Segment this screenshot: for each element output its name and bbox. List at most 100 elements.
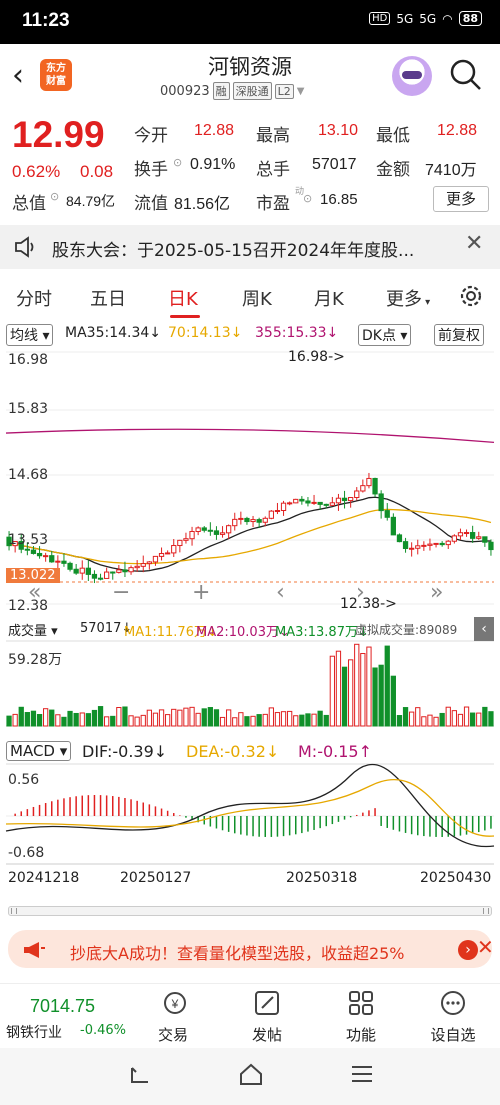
current-price: 12.99 [12, 114, 105, 155]
scroll-left-fast-button[interactable]: « [28, 580, 41, 605]
battery-icon: 88 [458, 11, 482, 26]
amount-label: 金额 [376, 160, 410, 180]
tab-intraday[interactable]: 分时 [16, 285, 52, 311]
turnover-label: 换手 [134, 160, 168, 180]
y-label-2: 15.83 [8, 401, 49, 417]
status-icons: HD 5G 5G ◠ 88 [369, 11, 482, 26]
ma35-text: MA35:14.34 [65, 325, 150, 341]
mcap-label: 总值 [12, 194, 46, 214]
macd-ymax: 0.56 [8, 772, 40, 788]
info-icon-3[interactable]: ⊙ [303, 192, 312, 205]
high-marker: 16.98-> [288, 349, 345, 365]
home-nav-icon[interactable] [238, 1062, 264, 1086]
open-label: 今开 [134, 126, 168, 146]
info-icon[interactable]: ⊙ [173, 156, 182, 169]
nav-trade[interactable]: 交易 [138, 1024, 208, 1045]
volume-value-text: 57017 [80, 621, 122, 636]
scroll-handle-left[interactable] [11, 908, 17, 914]
scroll-right-button[interactable]: › [356, 580, 365, 605]
pe-value: 16.85 [320, 191, 358, 208]
scroll-left-button[interactable]: ‹ [276, 580, 285, 605]
ma70-text: 70:14.13 [168, 325, 231, 341]
assistant-robot-icon[interactable] [392, 56, 432, 96]
low-marker: 12.38-> [340, 596, 397, 612]
ad-close-icon[interactable]: ✕ [477, 935, 494, 959]
menu-nav-icon[interactable] [350, 1064, 374, 1084]
zoom-in-button[interactable]: + [192, 580, 210, 605]
dk-point-button[interactable]: DK点 ▾ [358, 324, 412, 346]
info-icon-2[interactable]: ⊙ [50, 190, 59, 203]
industry-index-value[interactable]: 7014.75 [30, 996, 95, 1017]
high-label: 最高 [256, 126, 290, 146]
nav-function[interactable]: 功能 [326, 1024, 396, 1045]
function-icon[interactable] [346, 988, 376, 1018]
dk-label: DK点 [362, 328, 396, 344]
scroll-right-fast-button[interactable]: » [430, 580, 443, 605]
timeline-scrollbar[interactable] [8, 906, 492, 916]
y-label-4: 13.53 [8, 532, 49, 548]
volume-bars [6, 643, 494, 727]
adjust-button[interactable]: 前复权 [434, 324, 484, 346]
wifi-icon: ◠ [442, 11, 453, 26]
zoom-out-button[interactable]: − [112, 580, 130, 605]
low-value: 12.88 [437, 122, 478, 139]
tab-daily-k[interactable]: 日K [168, 285, 198, 311]
y-label-3: 14.68 [8, 467, 49, 483]
tab-5day[interactable]: 五日 [90, 285, 126, 311]
high-value: 13.10 [318, 122, 359, 139]
search-icon[interactable] [448, 57, 484, 93]
svg-text:¥: ¥ [171, 997, 179, 1011]
ma355-value: 355:15.33↓ [255, 325, 339, 341]
chart-grid [6, 351, 494, 865]
industry-name[interactable]: 钢铁行业 [6, 1022, 62, 1042]
ma-label: 均线 [10, 328, 38, 344]
candles [6, 472, 494, 584]
signal-5g-icon: 5G [396, 11, 414, 26]
tab-underline [170, 315, 200, 318]
turnover-value: 0.91% [190, 156, 236, 173]
mcap-value: 84.79亿 [66, 193, 116, 209]
ma-indicator-bar: 均线 ▾ MA35:14.34↓ 70:14.13↓ 355:15.33↓ DK… [0, 322, 500, 346]
date-label-4: 20250430 [420, 870, 492, 886]
nav-post[interactable]: 发帖 [232, 1024, 302, 1045]
y-label-top: 16.98 [8, 352, 49, 368]
stock-subline: 000923 融 深股通 L2 ▼ [160, 82, 304, 100]
ad-arrow-icon[interactable]: › [458, 940, 478, 960]
macd-dif-text: DIF:-0.39 [82, 742, 154, 761]
macd-label: MACD [10, 742, 55, 760]
tab-more[interactable]: 更多 ▾ [386, 285, 430, 311]
macd-selector[interactable]: MACD ▾ [6, 741, 72, 761]
macd-header: MACD ▾ DIF:-0.39↓ DEA:-0.32↓ M:-0.15↑ [0, 740, 500, 764]
trade-icon[interactable]: ¥ [160, 988, 190, 1018]
more-dots-icon[interactable] [438, 988, 468, 1018]
volume-label: 成交量 [8, 624, 48, 639]
stock-code: 000923 [160, 83, 210, 99]
nav-add-watchlist[interactable]: 设自选 [418, 1024, 488, 1045]
close-icon[interactable]: ✕ [465, 231, 483, 256]
tab-monthly-k[interactable]: 月K [314, 285, 344, 311]
macd-bars [5, 763, 495, 848]
macd-dea: DEA:-0.32↓ [186, 742, 280, 761]
float-label: 流值 [134, 194, 168, 214]
speaker-icon [15, 236, 34, 258]
tab-weekly-k[interactable]: 周K [242, 285, 272, 311]
volume-selector[interactable]: 成交量 ▾ [8, 620, 58, 639]
scroll-handle-right[interactable] [483, 908, 489, 914]
signal-5g-icon-2: 5G [419, 11, 437, 26]
gear-icon[interactable] [458, 283, 484, 309]
ma355-text: 355:15.33 [255, 325, 327, 341]
macd-m: M:-0.15↑ [298, 742, 372, 761]
vol-ma2-text: MA2:10.03万 [196, 625, 279, 640]
ma70-value: 70:14.13↓ [168, 325, 243, 341]
ma-lines [5, 428, 495, 572]
ma-selector[interactable]: 均线 ▾ [6, 324, 54, 346]
chevron-down-icon[interactable]: ▼ [297, 86, 305, 97]
megaphone-icon [24, 942, 45, 958]
notice-text[interactable]: 股东大会：于2025-05-15召开2024年年度股... [52, 236, 414, 261]
more-button[interactable]: 更多 [433, 186, 489, 212]
collapse-panel-button[interactable]: ‹ [474, 617, 494, 641]
date-label-3: 20250318 [286, 870, 358, 886]
back-nav-icon[interactable] [128, 1064, 152, 1086]
ad-text[interactable]: 抄底大A成功！查看量化模型选股，收益超25% [70, 940, 405, 964]
post-icon[interactable] [252, 988, 282, 1018]
